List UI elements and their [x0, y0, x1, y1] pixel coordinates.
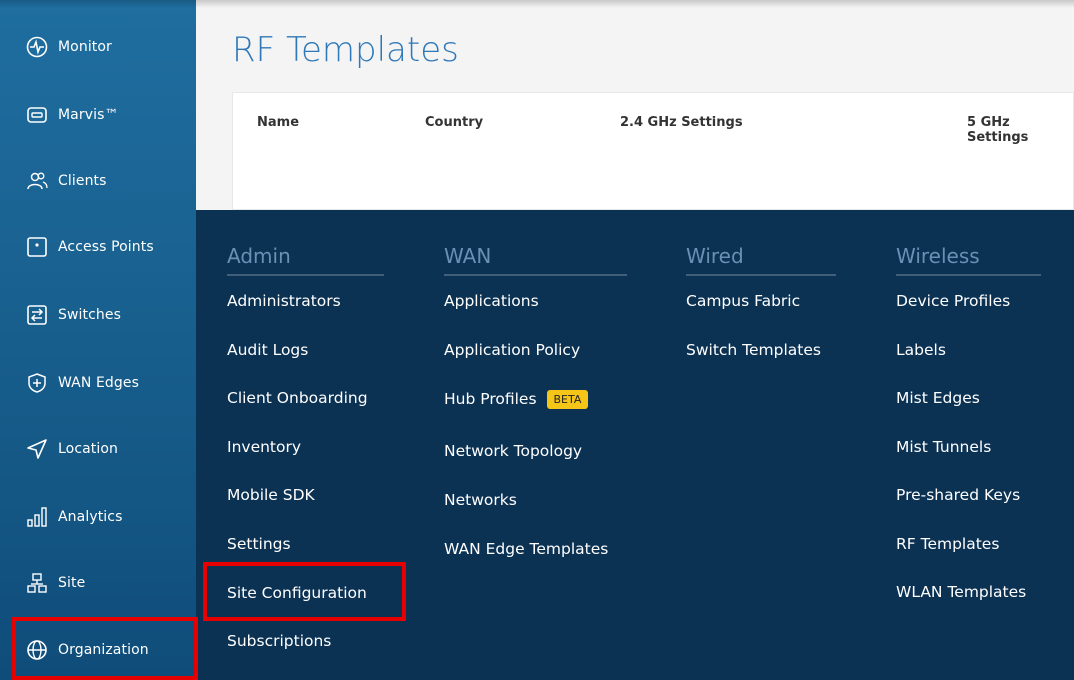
nav-item-clients[interactable]: Clients [0, 152, 196, 210]
menu-item-label: Hub Profiles [444, 390, 537, 408]
nav-label: Location [58, 441, 119, 457]
nav-item-marvis[interactable]: Marvis™ [0, 86, 196, 144]
nav-label: Switches [58, 307, 121, 323]
divider [896, 274, 1041, 276]
column-header-5ghz[interactable]: 5 GHz Settings [967, 115, 1073, 145]
divider [227, 274, 384, 276]
menu-item-networks[interactable]: Networks [444, 491, 517, 509]
menu-item-network-topology[interactable]: Network Topology [444, 442, 582, 460]
location-arrow-icon [26, 438, 48, 460]
page-title: RF Templates [232, 30, 459, 70]
access-point-icon [26, 236, 48, 258]
nav-item-analytics[interactable]: Analytics [0, 488, 196, 546]
menu-item-inventory[interactable]: Inventory [227, 438, 301, 456]
nav-label: Site [58, 575, 86, 591]
nav-label: Access Points [58, 239, 154, 255]
menu-heading-wireless: Wireless [896, 244, 980, 268]
menu-item-mist-edges[interactable]: Mist Edges [896, 389, 980, 407]
nav-item-access-points[interactable]: Access Points [0, 218, 196, 276]
menu-item-administrators[interactable]: Administrators [227, 292, 341, 310]
menu-item-switch-templates[interactable]: Switch Templates [686, 341, 821, 359]
globe-icon [26, 639, 48, 661]
menu-item-settings[interactable]: Settings [227, 535, 291, 553]
menu-item-subscriptions[interactable]: Subscriptions [227, 632, 331, 650]
nav-item-organization[interactable]: Organization [0, 621, 196, 679]
beta-badge: BETA [546, 390, 589, 409]
nav-label: Organization [58, 642, 149, 658]
nav-label: Marvis™ [58, 107, 119, 123]
column-header-24ghz[interactable]: 2.4 GHz Settings [620, 115, 743, 130]
nav-label: Clients [58, 173, 107, 189]
switch-icon [26, 304, 48, 326]
menu-item-applications[interactable]: Applications [444, 292, 539, 310]
nav-item-switches[interactable]: Switches [0, 286, 196, 344]
menu-item-client-onboarding[interactable]: Client Onboarding [227, 389, 368, 407]
menu-item-application-policy[interactable]: Application Policy [444, 341, 580, 359]
nav-label: WAN Edges [58, 375, 140, 391]
menu-item-device-profiles[interactable]: Device Profiles [896, 292, 1010, 310]
wan-edge-shield-icon [26, 372, 48, 394]
menu-item-wlan-templates[interactable]: WLAN Templates [896, 583, 1026, 601]
menu-item-site-configuration[interactable]: Site Configuration [227, 584, 367, 602]
marvis-icon [26, 104, 48, 126]
nav-item-monitor[interactable]: Monitor [0, 18, 196, 76]
users-icon [26, 170, 48, 192]
menu-heading-admin: Admin [227, 244, 291, 268]
nav-item-wan-edges[interactable]: WAN Edges [0, 354, 196, 412]
menu-heading-wired: Wired [686, 244, 744, 268]
organization-menu: Admin Administrators Audit Logs Client O… [196, 210, 1074, 680]
nav-label: Analytics [58, 509, 123, 525]
rf-templates-table: Name Country 2.4 GHz Settings 5 GHz Sett… [232, 92, 1074, 210]
menu-item-wan-edge-templates[interactable]: WAN Edge Templates [444, 540, 608, 558]
heartbeat-circle-icon [26, 36, 48, 58]
menu-item-rf-templates[interactable]: RF Templates [896, 535, 999, 553]
menu-item-campus-fabric[interactable]: Campus Fabric [686, 292, 800, 310]
sidebar: Monitor Marvis™ Clients Access Points Sw… [0, 0, 196, 680]
menu-item-mobile-sdk[interactable]: Mobile SDK [227, 486, 315, 504]
menu-item-pre-shared-keys[interactable]: Pre-shared Keys [896, 486, 1020, 504]
analytics-bars-icon [26, 506, 48, 528]
site-hierarchy-icon [26, 572, 48, 594]
menu-heading-wan: WAN [444, 244, 492, 268]
menu-item-audit-logs[interactable]: Audit Logs [227, 341, 308, 359]
column-header-name[interactable]: Name [257, 115, 299, 130]
divider [444, 274, 627, 276]
menu-item-labels[interactable]: Labels [896, 341, 946, 359]
nav-item-site[interactable]: Site [0, 554, 196, 612]
menu-item-mist-tunnels[interactable]: Mist Tunnels [896, 438, 991, 456]
nav-label: Monitor [58, 39, 112, 55]
column-header-country[interactable]: Country [425, 115, 483, 130]
nav-item-location[interactable]: Location [0, 420, 196, 478]
divider [686, 274, 836, 276]
menu-item-hub-profiles[interactable]: Hub Profiles BETA [444, 390, 589, 409]
